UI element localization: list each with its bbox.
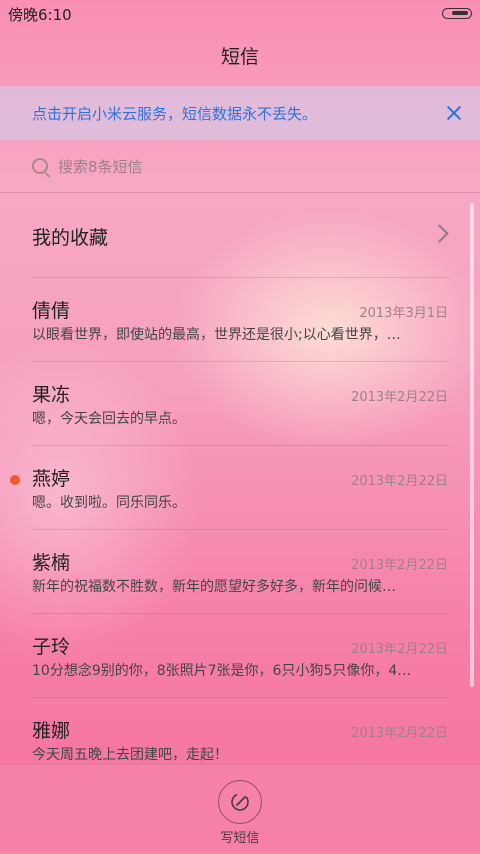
message-item[interactable]: 紫楠 2013年2月22日 新年的祝福数不胜数，新年的愿望好多好多，新年的问候… — [0, 530, 480, 614]
message-date: 2013年2月22日 — [351, 642, 448, 657]
message-item[interactable]: 倩倩 2013年3月1日 以眼看世界，即使站的最高，世界还是很小;以心看世界，… — [0, 278, 480, 362]
message-date: 2013年2月22日 — [351, 390, 448, 405]
message-preview: 以眼看世界，即使站的最高，世界还是很小;以心看世界，… — [32, 327, 401, 343]
cloud-service-banner[interactable]: 点击开启小米云服务，短信数据永不丢失。 — [0, 86, 480, 140]
favorites-row[interactable]: 我的收藏 — [0, 196, 480, 276]
bottom-bar: 写短信 — [0, 764, 480, 854]
message-item[interactable]: 子玲 2013年2月22日 10分想念9别的你，8张照片7张是你，6只小狗5只像… — [0, 614, 480, 698]
contact-name: 子玲 — [32, 636, 71, 658]
unread-dot-icon — [10, 475, 20, 485]
contact-name: 果冻 — [32, 384, 71, 406]
compose-icon — [231, 793, 249, 811]
chevron-right-icon — [430, 224, 449, 243]
favorites-label: 我的收藏 — [32, 227, 109, 249]
contact-name: 倩倩 — [32, 300, 71, 322]
compose-label[interactable]: 写短信 — [0, 827, 480, 846]
status-bar: 傍晚6:10 — [0, 0, 480, 28]
message-preview: 嗯，今天会回去的早点。 — [32, 411, 186, 427]
message-preview: 新年的祝福数不胜数，新年的愿望好多好多，新年的问候… — [32, 579, 396, 595]
divider — [0, 192, 480, 193]
message-date: 2013年2月22日 — [351, 726, 448, 741]
message-item[interactable]: 果冻 2013年2月22日 嗯，今天会回去的早点。 — [0, 362, 480, 446]
message-date: 2013年3月1日 — [359, 306, 448, 321]
page-title: 短信 — [220, 46, 259, 68]
message-preview: 今天周五晚上去团建吧，走起！ — [32, 747, 228, 763]
status-time: 傍晚6:10 — [8, 6, 72, 24]
contact-name: 紫楠 — [32, 552, 71, 574]
search-bar[interactable]: 搜索8条短信 — [0, 142, 480, 192]
close-icon[interactable] — [442, 101, 466, 125]
compose-button[interactable] — [218, 780, 262, 824]
contact-name: 燕婷 — [32, 468, 71, 490]
scrollbar[interactable] — [470, 203, 474, 687]
search-icon — [32, 158, 48, 174]
contact-name: 雅娜 — [32, 720, 71, 742]
banner-text[interactable]: 点击开启小米云服务，短信数据永不丢失。 — [32, 103, 317, 124]
message-item[interactable]: 燕婷 2013年2月22日 嗯。收到啦。同乐同乐。 — [0, 446, 480, 530]
message-date: 2013年2月22日 — [351, 474, 448, 489]
search-input[interactable]: 搜索8条短信 — [58, 156, 143, 177]
message-preview: 10分想念9别的你，8张照片7张是你，6只小狗5只像你，4… — [32, 663, 412, 679]
battery-icon — [442, 8, 472, 19]
message-preview: 嗯。收到啦。同乐同乐。 — [32, 495, 186, 511]
message-date: 2013年2月22日 — [351, 558, 448, 573]
